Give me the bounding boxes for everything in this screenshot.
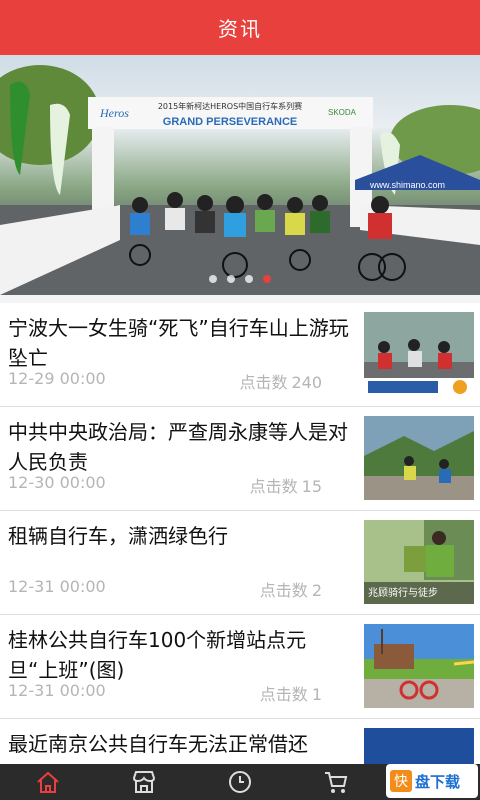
arch-text-cn: 2015年新柯达HEROS中国自行车系列赛 bbox=[158, 101, 302, 111]
carousel-dot-active[interactable] bbox=[263, 275, 271, 283]
news-date: 12-29 00:00 bbox=[8, 369, 106, 388]
arch-text-en: GRAND PERSEVERANCE bbox=[163, 116, 297, 128]
news-clicks: 点击数 2 bbox=[259, 581, 322, 600]
shimano-url: www.shimano.com bbox=[369, 180, 445, 190]
news-date: 12-30 00:00 bbox=[8, 473, 106, 492]
news-title: 租辆自行车，潇洒绿色行 bbox=[8, 524, 228, 548]
news-title: 桂林公共自行车100个新增站点元旦“上班”(图) bbox=[8, 628, 307, 682]
clock-icon bbox=[229, 771, 251, 793]
carousel-dot[interactable] bbox=[209, 275, 217, 283]
svg-text:兆顾骑行与徒步: 兆顾骑行与徒步 bbox=[368, 586, 438, 599]
page-title: 资讯 bbox=[218, 17, 262, 41]
carousel-indicator bbox=[0, 275, 480, 283]
carousel-dot[interactable] bbox=[227, 275, 235, 283]
news-clicks: 点击数 240 bbox=[239, 373, 322, 392]
watermark-logo: 快 盘下载 bbox=[386, 764, 478, 798]
news-list: 宁波大一女生骑“死飞”自行车山上游玩坠亡 12-29 00:00 点击数 240 … bbox=[0, 303, 480, 800]
news-clicks: 点击数 1 bbox=[259, 685, 322, 704]
tab-cart[interactable] bbox=[306, 764, 366, 800]
news-item[interactable]: 租辆自行车，潇洒绿色行 12-31 00:00 点击数 2 兆顾骑行与徒步 bbox=[0, 511, 480, 615]
store-icon bbox=[132, 771, 156, 793]
home-icon bbox=[37, 771, 59, 793]
news-date: 12-31 00:00 bbox=[8, 577, 106, 596]
arch-skoda: SKODA bbox=[328, 108, 357, 117]
banner-carousel[interactable]: 2015年新柯达HEROS中国自行车系列赛 GRAND PERSEVERANCE… bbox=[0, 55, 480, 295]
watermark-badge: 快 bbox=[390, 770, 412, 792]
news-title: 中共中央政治局：严查周永康等人是对人民负责 bbox=[8, 420, 348, 474]
cart-icon bbox=[325, 772, 348, 793]
tab-store[interactable] bbox=[114, 764, 174, 800]
watermark-text: 盘下载 bbox=[415, 772, 461, 791]
news-item[interactable]: 宁波大一女生骑“死飞”自行车山上游玩坠亡 12-29 00:00 点击数 240 bbox=[0, 303, 480, 407]
news-item[interactable]: 中共中央政治局：严查周永康等人是对人民负责 12-30 00:00 点击数 15 bbox=[0, 407, 480, 511]
news-date: 12-31 00:00 bbox=[8, 681, 106, 700]
carousel-dot[interactable] bbox=[245, 275, 253, 283]
tab-history[interactable] bbox=[210, 764, 270, 800]
news-thumbnail bbox=[364, 312, 474, 396]
news-thumbnail bbox=[364, 416, 474, 500]
news-thumbnail: 兆顾骑行与徒步 bbox=[364, 520, 474, 604]
banner-image: 2015年新柯达HEROS中国自行车系列赛 GRAND PERSEVERANCE… bbox=[0, 65, 480, 295]
news-item[interactable]: 桂林公共自行车100个新增站点元旦“上班”(图) 12-31 00:00 点击数… bbox=[0, 615, 480, 719]
arch-brand: Heros bbox=[99, 106, 129, 120]
news-title: 最近南京公共自行车无法正常借还 bbox=[8, 732, 308, 756]
news-clicks: 点击数 15 bbox=[249, 477, 322, 496]
news-thumbnail bbox=[364, 624, 474, 708]
app-header: 资讯 bbox=[0, 0, 480, 55]
news-title: 宁波大一女生骑“死飞”自行车山上游玩坠亡 bbox=[8, 316, 349, 370]
tab-home[interactable] bbox=[18, 764, 78, 800]
